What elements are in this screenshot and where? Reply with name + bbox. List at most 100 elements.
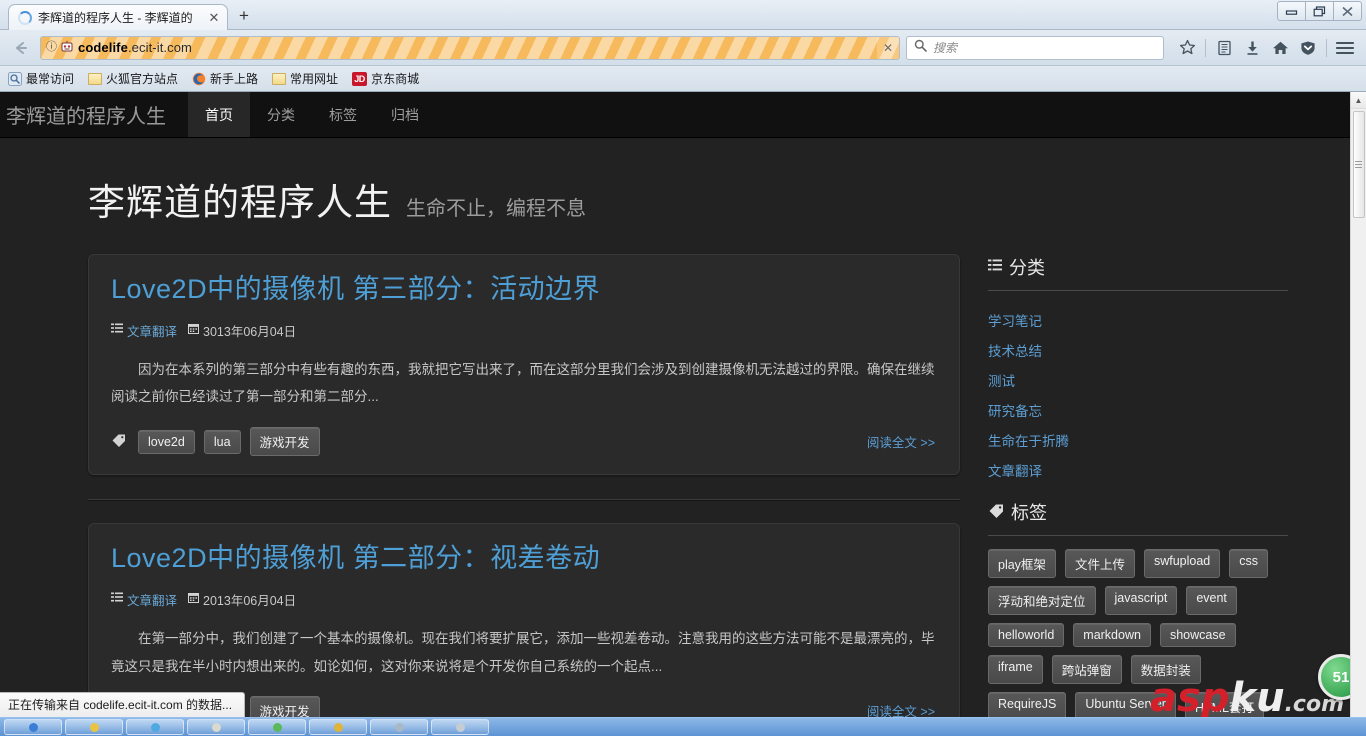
- post-tag[interactable]: love2d: [138, 430, 195, 454]
- nav-item-categories[interactable]: 分类: [250, 92, 312, 137]
- tab-close-icon[interactable]: ✕: [207, 11, 221, 24]
- category-item[interactable]: 研究备忘: [988, 395, 1288, 425]
- site-navbar: 李辉道的程序人生 首页 分类 标签 归档: [0, 92, 1350, 138]
- category-item[interactable]: 测试: [988, 365, 1288, 395]
- bookmark-label: 京东商城: [371, 70, 419, 87]
- nav-item-home[interactable]: 首页: [188, 92, 250, 137]
- taskbar-item[interactable]: [187, 719, 245, 735]
- scrollbar-thumb[interactable]: [1353, 111, 1365, 218]
- bookmark-star-icon[interactable]: [1174, 35, 1200, 61]
- content-area: Love2D中的摄像机 第三部分：活动边界 文章翻译 3013年06月04日 因: [0, 254, 1350, 736]
- nav-item-tags[interactable]: 标签: [312, 92, 374, 137]
- taskbar-item[interactable]: [370, 719, 428, 735]
- tag-chip[interactable]: 数据封装: [1131, 655, 1201, 684]
- scrollbar-grip-icon: [1355, 161, 1362, 168]
- post-tag[interactable]: 游戏开发: [250, 427, 320, 456]
- downloads-icon[interactable]: [1239, 35, 1265, 61]
- list-icon: [111, 323, 123, 337]
- page-subtitle: 生命不止，编程不息: [406, 192, 586, 221]
- address-bar[interactable]: ⓘ codelife.ecit-it.com ✕: [40, 36, 900, 60]
- category-list: 学习笔记 技术总结 测试 研究备忘 生命在于折腾 文章翻译: [988, 291, 1288, 485]
- calendar-icon: [188, 323, 199, 337]
- navigation-toolbar: ⓘ codelife.ecit-it.com ✕ 搜索: [0, 30, 1366, 66]
- tag-chip[interactable]: javascript: [1105, 586, 1178, 615]
- status-bar: 正在传输来自 codelife.ecit-it.com 的数据...: [0, 692, 245, 717]
- site-nav-links: 首页 分类 标签 归档: [188, 92, 436, 137]
- bookmark-label: 火狐官方站点: [106, 70, 178, 87]
- scroll-up-arrow-icon[interactable]: ▲: [1351, 92, 1366, 109]
- close-icon[interactable]: [1333, 1, 1362, 21]
- taskbar-item[interactable]: [65, 719, 123, 735]
- post-title[interactable]: Love2D中的摄像机 第二部分：视差卷动: [111, 542, 935, 576]
- widget-label: 标签: [1011, 499, 1047, 525]
- bookmark-common-sites[interactable]: 常用网址: [272, 70, 338, 87]
- post-title[interactable]: Love2D中的摄像机 第三部分：活动边界: [111, 273, 935, 307]
- taskbar-item[interactable]: [248, 719, 306, 735]
- browser-tab[interactable]: 李辉道的程序人生 - 李辉道的 ✕: [8, 4, 228, 30]
- site-brand[interactable]: 李辉道的程序人生: [0, 92, 188, 137]
- home-icon[interactable]: [1267, 35, 1293, 61]
- nav-item-archive[interactable]: 归档: [374, 92, 436, 137]
- back-button-icon[interactable]: [8, 35, 34, 61]
- tag-chip[interactable]: helloworld: [988, 623, 1064, 647]
- category-item[interactable]: 学习笔记: [988, 305, 1288, 335]
- taskbar-item[interactable]: [4, 719, 62, 735]
- bookmarks-bar: 最常访问 火狐官方站点 新手上路 常用网址 JD 京东商城: [0, 66, 1366, 92]
- page-scrollbar[interactable]: ▲: [1350, 92, 1366, 736]
- new-tab-button[interactable]: +: [228, 4, 260, 28]
- firefox-icon: [192, 72, 206, 86]
- tag-chip[interactable]: play框架: [988, 549, 1056, 578]
- widget-label: 分类: [1009, 254, 1045, 280]
- read-more-link[interactable]: 阅读全文 >>: [867, 432, 935, 451]
- minimize-icon[interactable]: [1277, 1, 1306, 21]
- bookmark-firefox-official[interactable]: 火狐官方站点: [88, 70, 178, 87]
- post-date: 2013年06月04日: [203, 590, 296, 609]
- toolbar-separator: [1205, 39, 1206, 57]
- tag-chip[interactable]: css: [1229, 549, 1268, 578]
- tag-chip[interactable]: 跨站弹窗: [1052, 655, 1122, 684]
- browser-window: 李辉道的程序人生 - 李辉道的 ✕ +: [0, 0, 1366, 736]
- window-controls: [1278, 1, 1362, 21]
- tag-chip[interactable]: swfupload: [1144, 549, 1220, 578]
- search-bar[interactable]: 搜索: [906, 36, 1164, 60]
- taskbar-item[interactable]: [431, 719, 489, 735]
- tag-chip[interactable]: 文件上传: [1065, 549, 1135, 578]
- folder-icon: [88, 73, 102, 85]
- taskbar-item[interactable]: [126, 719, 184, 735]
- tag-chip[interactable]: showcase: [1160, 623, 1236, 647]
- os-taskbar: [0, 717, 1366, 736]
- taskbar-item[interactable]: [309, 719, 367, 735]
- tab-title: 李辉道的程序人生 - 李辉道的: [38, 9, 201, 26]
- post-tag[interactable]: lua: [204, 430, 241, 454]
- widget-tags: 标签 play框架 文件上传 swfupload css 浮动和绝对定位 jav…: [988, 499, 1288, 736]
- category-item[interactable]: 文章翻译: [988, 455, 1288, 485]
- menu-hamburger-icon[interactable]: [1332, 35, 1358, 61]
- bookmark-label: 最常访问: [26, 70, 74, 87]
- tag-chip[interactable]: iframe: [988, 655, 1043, 684]
- tag-cloud: play框架 文件上传 swfupload css 浮动和绝对定位 javasc…: [988, 536, 1288, 736]
- page-title: 李辉道的程序人生: [88, 172, 392, 226]
- category-item[interactable]: 生命在于折腾: [988, 425, 1288, 455]
- bookmark-getting-started[interactable]: 新手上路: [192, 70, 258, 87]
- pocket-icon[interactable]: [1295, 35, 1321, 61]
- tag-icon: [111, 433, 126, 450]
- tag-chip[interactable]: event: [1186, 586, 1237, 615]
- sidebar: 分类 学习笔记 技术总结 测试 研究备忘 生命在于折腾 文章翻译: [988, 254, 1288, 736]
- page-viewport: 李辉道的程序人生 首页 分类 标签 归档 李辉道的程序人生 生命不止，编程不息: [0, 92, 1366, 736]
- post-category[interactable]: 文章翻译: [127, 590, 177, 609]
- list-icon: [111, 592, 123, 606]
- restore-icon[interactable]: [1305, 1, 1334, 21]
- post-meta: 文章翻译 3013年06月04日: [111, 321, 935, 340]
- bookmark-most-visited[interactable]: 最常访问: [8, 70, 74, 87]
- tag-chip[interactable]: markdown: [1073, 623, 1151, 647]
- reading-list-icon[interactable]: [1211, 35, 1237, 61]
- post-category[interactable]: 文章翻译: [127, 321, 177, 340]
- widget-categories: 分类 学习笔记 技术总结 测试 研究备忘 生命在于折腾 文章翻译: [988, 254, 1288, 485]
- category-item[interactable]: 技术总结: [988, 335, 1288, 365]
- search-input[interactable]: 搜索: [933, 39, 957, 56]
- post-tags: love2d lua 游戏开发: [111, 427, 867, 456]
- stop-loading-icon[interactable]: ✕: [877, 37, 899, 59]
- tag-chip[interactable]: 浮动和绝对定位: [988, 586, 1096, 615]
- info-icon[interactable]: ⓘ: [46, 42, 57, 53]
- bookmark-jd[interactable]: JD 京东商城: [352, 70, 419, 87]
